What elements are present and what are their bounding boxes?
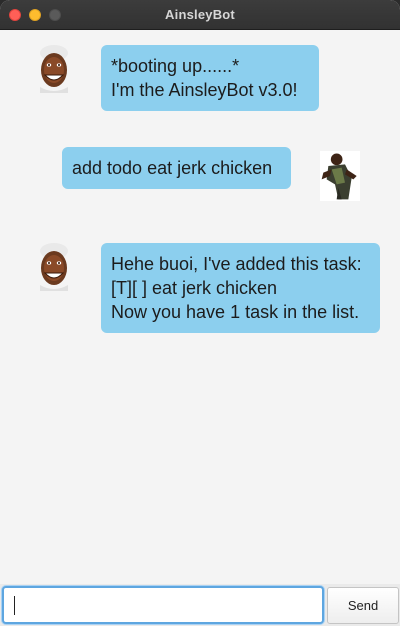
message-line: [T][ ] eat jerk chicken [111, 278, 278, 298]
chat-area[interactable]: *booting up......* I'm the AinsleyBot v3… [0, 31, 400, 584]
text-caret [14, 596, 15, 615]
bot-avatar [40, 45, 68, 93]
input-bar: Send [0, 584, 400, 626]
user-avatar [320, 151, 360, 201]
window-title: AinsleyBot [165, 7, 235, 22]
send-button[interactable]: Send [327, 587, 399, 624]
message-line: I'm the AinsleyBot v3.0! [111, 80, 298, 100]
message-bubble: *booting up......* I'm the AinsleyBot v3… [101, 45, 319, 111]
message-line: Now you have 1 task in the list. [111, 302, 360, 322]
bot-avatar [40, 243, 68, 291]
message-bubble: add todo eat jerk chicken [62, 147, 291, 189]
message-line: Hehe buoi, I've added this task: [111, 254, 362, 274]
title-bar: AinsleyBot [0, 0, 400, 30]
message-input[interactable] [2, 586, 324, 624]
message-bubble: Hehe buoi, I've added this task: [T][ ] … [101, 243, 380, 333]
app-window: AinsleyBot *booting up......* I'm the Ai… [0, 0, 400, 626]
message-line: add todo eat jerk chicken [72, 158, 273, 178]
message-line: *booting up......* [111, 56, 240, 76]
